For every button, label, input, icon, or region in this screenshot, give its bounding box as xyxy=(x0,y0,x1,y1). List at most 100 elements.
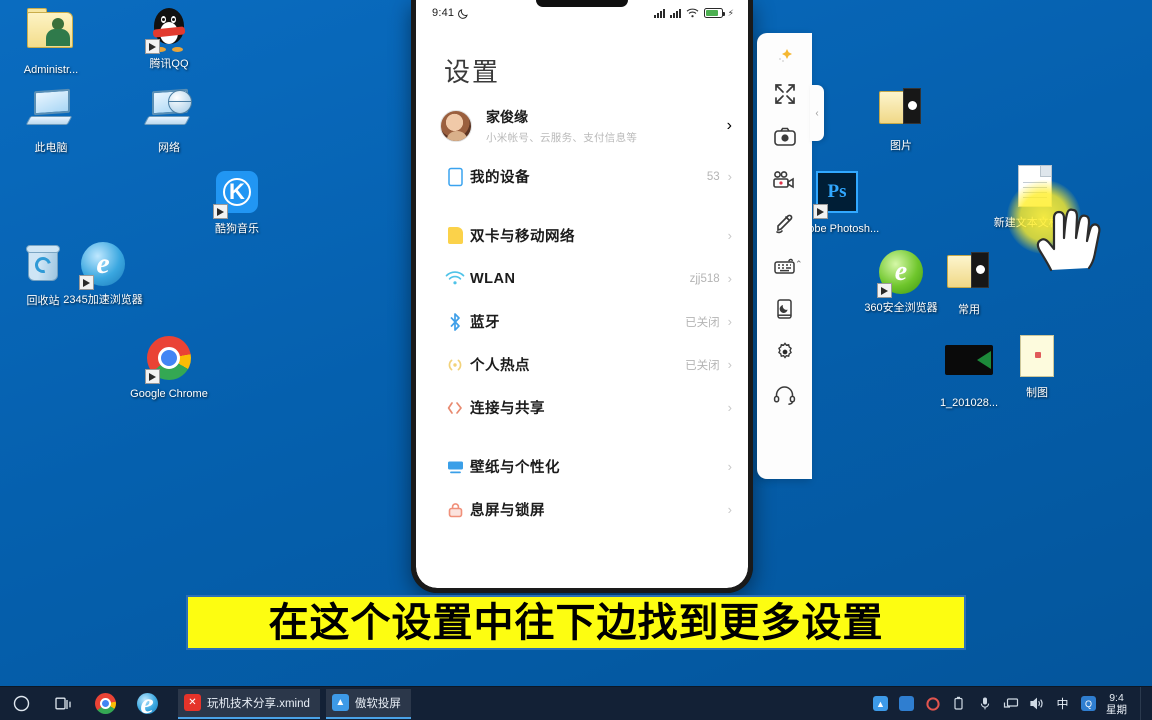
desktop-icon-user-folder-icon[interactable]: Administr... xyxy=(8,6,94,77)
qq-tray-icon[interactable]: Q xyxy=(1080,695,1097,712)
network-tray-icon[interactable] xyxy=(1002,695,1019,712)
settings-row-value: 53 xyxy=(706,170,720,183)
cortana-circle-icon[interactable] xyxy=(0,687,42,720)
battery-charging-icon xyxy=(703,8,725,18)
settings-list[interactable]: 我的设备 53 › 双卡与移动网络 › WLAN zjj518 › 蓝牙 已关闭 › 个人热点 已关闭 ›… xyxy=(416,155,748,531)
desktop-icon-this-pc-icon[interactable]: 此电脑 xyxy=(8,86,94,155)
phone-screen[interactable]: 9:41 ⚡ 设置 家俊缘 小米帐号、云服务、支付信息等 › 我的设备 53 ›… xyxy=(416,0,748,588)
system-tray[interactable]: ▲ 中 Q 9:4 星期 xyxy=(872,686,1152,720)
support-icon[interactable] xyxy=(765,375,805,415)
wifi-icon xyxy=(686,8,699,18)
taskbar-task-xmind-icon[interactable]: ✕ 玩机技术分享.xmind xyxy=(178,688,320,719)
whiteboard-icon[interactable] xyxy=(765,203,805,243)
fullscreen-icon[interactable] xyxy=(765,74,805,114)
desktop-icon-text-document-icon[interactable]: 新建文本文档 (2) xyxy=(992,162,1078,230)
settings-row-壁纸与个性化[interactable]: 壁纸与个性化 › xyxy=(416,445,748,488)
apowermirror-tray-icon[interactable]: ▲ xyxy=(872,695,889,712)
chevron-right-icon: › xyxy=(727,271,732,286)
taskbar-task-apowermirror-icon[interactable]: ▲ 傲软投屏 xyxy=(325,688,411,719)
drawing-file-icon xyxy=(1013,335,1061,383)
chevron-right-icon: › xyxy=(727,169,732,184)
settings-row-连接与共享[interactable]: 连接与共享 › xyxy=(416,386,748,429)
phone-mirror-window[interactable]: 9:41 ⚡ 设置 家俊缘 小米帐号、云服务、支付信息等 › 我的设备 53 ›… xyxy=(411,0,1101,593)
desktop-icon-chrome-icon[interactable]: Google Chrome xyxy=(126,334,212,401)
kugou-music-icon xyxy=(213,171,261,219)
taskbar-task-list[interactable]: ✕ 玩机技术分享.xmind ▲ 傲软投屏 xyxy=(176,688,411,719)
settings-row-value: 已关闭 xyxy=(685,316,720,329)
chrome-icon xyxy=(145,336,193,384)
account-row[interactable]: 家俊缘 小米帐号、云服务、支付信息等 › xyxy=(416,101,748,155)
photoshop-icon xyxy=(813,171,861,219)
avatar xyxy=(440,110,472,142)
settings-row-息屏与锁屏[interactable]: 息屏与锁屏 › xyxy=(416,488,748,531)
chevron-right-icon: › xyxy=(727,228,732,243)
ime-chinese-icon[interactable]: 中 xyxy=(1054,695,1071,712)
screen-off-icon[interactable] xyxy=(765,289,805,329)
taskbar-clock[interactable]: 9:4 星期 xyxy=(1106,692,1131,716)
settings-icon[interactable] xyxy=(765,332,805,372)
sparkle-icon[interactable] xyxy=(765,41,805,71)
settings-row-WLAN[interactable]: WLAN zjj518 › xyxy=(416,257,748,300)
show-desktop-button[interactable] xyxy=(1140,686,1146,720)
wifi-icon xyxy=(440,271,470,286)
microphone-tray-icon[interactable] xyxy=(976,695,993,712)
chevron-right-icon: › xyxy=(726,117,732,134)
task-view-icon[interactable] xyxy=(42,687,84,720)
subtitle-caption: 在这个设置中往下边找到更多设置 xyxy=(186,595,966,650)
device-icon xyxy=(440,167,470,187)
desktop-icon-common-folder-icon[interactable]: 常用 xyxy=(926,248,1012,317)
desktop-icon-label: 此电脑 xyxy=(34,142,68,154)
desktop-icon-network-icon[interactable]: 网络 xyxy=(126,86,212,155)
volume-tray-icon[interactable] xyxy=(1028,695,1045,712)
keyboard-icon[interactable]: ⌃ xyxy=(765,246,805,286)
collapse-toolbar-button[interactable]: ‹ xyxy=(810,85,824,141)
desktop-icon-label: 图片 xyxy=(890,140,912,152)
chevron-up-icon[interactable]: ⌃ xyxy=(795,259,803,270)
text-document-icon xyxy=(1011,165,1059,213)
shortcut-overlay-icon xyxy=(213,204,228,219)
desktop-icon-label: 酷狗音乐 xyxy=(215,223,259,235)
pictures-folder-icon xyxy=(877,88,925,136)
desktop-icon-pictures-folder-icon[interactable]: 图片 xyxy=(858,84,944,153)
subtitle-text: 在这个设置中往下边找到更多设置 xyxy=(268,599,884,646)
settings-row-蓝牙[interactable]: 蓝牙 已关闭 › xyxy=(416,300,748,343)
battery-tray-icon[interactable] xyxy=(950,695,967,712)
hotspot-icon xyxy=(440,357,470,373)
settings-row-个人热点[interactable]: 个人热点 已关闭 › xyxy=(416,343,748,386)
mirror-tray-icon[interactable] xyxy=(898,695,915,712)
record-tray-icon[interactable] xyxy=(924,695,941,712)
desktop-icon-drawing-file-icon[interactable]: 制图 xyxy=(994,332,1080,400)
shortcut-overlay-icon xyxy=(79,275,94,290)
user-folder-icon xyxy=(27,8,75,60)
desktop-icon-kugou-music-icon[interactable]: 酷狗音乐 xyxy=(194,168,280,236)
signal-bars-icon-2 xyxy=(669,8,681,18)
chevron-right-icon: › xyxy=(727,459,732,474)
apowermirror-icon: ▲ xyxy=(331,694,349,711)
mirror-toolbar[interactable]: ‹ ⌃ xyxy=(757,33,824,479)
record-icon[interactable] xyxy=(765,160,805,200)
shortcut-overlay-icon xyxy=(145,369,160,384)
settings-row-双卡与移动网络[interactable]: 双卡与移动网络 › xyxy=(416,214,748,257)
taskbar-chrome-icon[interactable] xyxy=(84,687,126,720)
settings-row-label: WLAN xyxy=(470,270,516,287)
settings-row-label: 蓝牙 xyxy=(470,315,500,331)
network-icon xyxy=(143,88,193,138)
taskbar-task-label: 傲软投屏 xyxy=(354,697,401,710)
taskbar[interactable]: ✕ 玩机技术分享.xmind ▲ 傲软投屏 ▲ xyxy=(0,686,1152,720)
charging-bolt-icon: ⚡ xyxy=(727,7,734,18)
chevron-right-icon: › xyxy=(727,400,732,415)
desktop-icon-label: 2345加速浏览器 xyxy=(63,294,143,306)
settings-row-label: 连接与共享 xyxy=(470,401,545,417)
settings-row-label: 我的设备 xyxy=(470,170,530,186)
shortcut-overlay-icon xyxy=(813,204,828,219)
wallpaper-icon xyxy=(440,459,470,475)
account-subtitle: 小米帐号、云服务、支付信息等 xyxy=(486,132,638,144)
taskbar-browser-2345-icon[interactable] xyxy=(126,687,168,720)
screenshot-icon[interactable] xyxy=(765,117,805,157)
settings-row-value: zjj518 xyxy=(689,272,720,285)
desktop-icon-label: 网络 xyxy=(158,142,180,154)
settings-row-我的设备[interactable]: 我的设备 53 › xyxy=(416,155,748,198)
desktop-icon-label: 制图 xyxy=(1026,387,1048,399)
desktop-icon-browser-2345-icon[interactable]: 2345加速浏览器 xyxy=(60,240,146,307)
desktop-icon-qq-icon[interactable]: 腾讯QQ xyxy=(126,4,212,71)
